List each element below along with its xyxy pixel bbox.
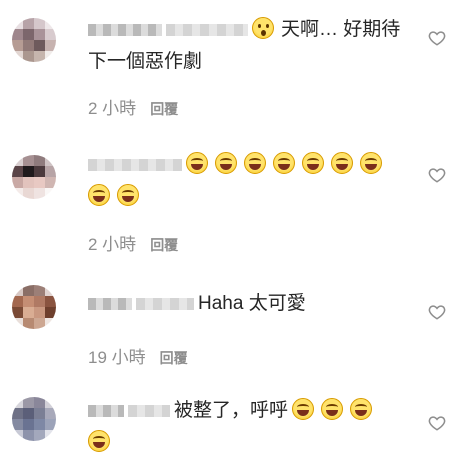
avatar[interactable] <box>12 397 56 441</box>
comment-body: 被整了，呼呼 <box>88 395 408 459</box>
timestamp[interactable]: 2 小時 <box>88 99 136 118</box>
timestamp[interactable]: 2 小時 <box>88 235 136 254</box>
comment-text: 被整了，呼呼 <box>174 400 289 421</box>
comment-line: 天啊… 好期待 <box>88 14 408 46</box>
timestamp[interactable]: 19 小時 <box>88 348 146 367</box>
face-with-tears-of-joy-emoji <box>331 152 353 174</box>
heart-outline-icon[interactable] <box>428 166 446 184</box>
username-blurred[interactable] <box>88 297 132 310</box>
hushed-face-emoji <box>252 17 274 39</box>
face-with-tears-of-joy-emoji <box>273 152 295 174</box>
username-blurred[interactable] <box>136 297 194 310</box>
heart-outline-icon[interactable] <box>428 414 446 432</box>
avatar[interactable] <box>12 155 56 199</box>
comment-meta: 19 小時 回覆 <box>88 343 188 368</box>
comment-body: 天啊… 好期待 下一個惡作劇 <box>88 14 408 78</box>
comment-text: 下一個惡作劇 <box>88 51 203 72</box>
comment-text: 天啊… 好期待 <box>281 19 401 40</box>
comment-item: 2 小時 回覆 <box>0 135 456 270</box>
username-blurred[interactable] <box>88 158 182 171</box>
face-with-tears-of-joy-emoji <box>186 152 208 174</box>
face-with-tears-of-joy-emoji <box>321 398 344 420</box>
comment-item: Haha 太可愛 19 小時 回覆 <box>0 270 456 375</box>
heart-outline-icon[interactable] <box>428 303 446 321</box>
face-with-tears-of-joy-emoji <box>244 152 266 174</box>
face-with-tears-of-joy-emoji <box>302 152 324 174</box>
comment-text: Haha 太可愛 <box>198 293 306 314</box>
face-with-tears-of-joy-emoji <box>292 398 315 420</box>
face-with-tears-of-joy-emoji <box>215 152 237 174</box>
username-blurred[interactable] <box>166 23 248 36</box>
heart-outline-icon[interactable] <box>428 29 446 47</box>
username-blurred[interactable] <box>128 404 170 417</box>
face-with-tears-of-joy-emoji <box>88 184 110 206</box>
comment-body: Haha 太可愛 <box>88 288 408 320</box>
comment-body <box>88 149 408 213</box>
comment-line: Haha 太可愛 <box>88 288 408 320</box>
reply-button[interactable]: 回覆 <box>150 101 178 117</box>
comment-line: 被整了，呼呼 <box>88 395 408 427</box>
username-blurred[interactable] <box>88 404 124 417</box>
comment-line <box>88 149 408 181</box>
reply-button[interactable]: 回覆 <box>150 237 178 253</box>
face-with-tears-of-joy-emoji <box>350 398 373 420</box>
comment-item: 天啊… 好期待 下一個惡作劇 2 小時 回覆 <box>0 0 456 135</box>
comment-item: 被整了，呼呼 <box>0 375 456 461</box>
comment-meta: 2 小時 回覆 <box>88 230 178 255</box>
comment-line <box>88 181 408 213</box>
reply-button[interactable]: 回覆 <box>160 350 188 366</box>
face-with-tears-of-joy-emoji <box>88 430 110 452</box>
avatar[interactable] <box>12 285 56 329</box>
comment-line <box>88 427 408 459</box>
avatar[interactable] <box>12 18 56 62</box>
comment-meta: 2 小時 回覆 <box>88 94 178 119</box>
face-with-tears-of-joy-emoji <box>117 184 139 206</box>
face-with-tears-of-joy-emoji <box>360 152 382 174</box>
username-blurred[interactable] <box>88 23 162 36</box>
